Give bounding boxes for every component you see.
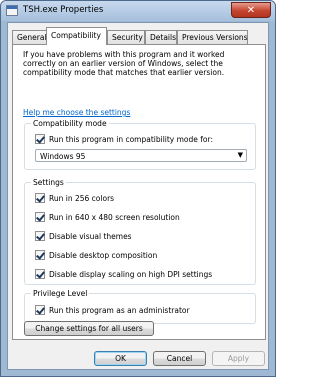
checkbox-disable-themes[interactable] xyxy=(35,231,45,241)
apply-button[interactable]: Apply xyxy=(212,351,265,366)
settings-group: Settings Run in 256 colors Run in 640 x … xyxy=(24,178,256,285)
compatibility-panel: If you have problems with this program a… xyxy=(12,44,266,340)
tab-compatibility[interactable]: Compatibility xyxy=(46,27,107,45)
checkbox-640x480[interactable] xyxy=(35,212,45,222)
compatibility-mode-legend: Compatibility mode xyxy=(31,119,109,128)
properties-window: TSH.exe Properties ✕ General Compatibili… xyxy=(0,0,276,377)
checkbox-256-colors[interactable] xyxy=(35,193,45,203)
tab-details[interactable]: Details xyxy=(145,30,177,44)
cancel-button[interactable]: Cancel xyxy=(153,351,206,366)
change-settings-all-users-button[interactable]: Change settings for all users xyxy=(24,321,154,336)
ok-button[interactable]: OK xyxy=(94,351,147,366)
help-link[interactable]: Help me choose the settings xyxy=(23,108,130,117)
privilege-level-legend: Privilege Level xyxy=(31,289,90,298)
tab-general[interactable]: General xyxy=(12,30,47,44)
app-icon xyxy=(6,5,18,16)
compat-mode-label: Run this program in compatibility mode f… xyxy=(49,135,213,144)
compatibility-mode-group: Compatibility mode Run this program in c… xyxy=(24,119,256,170)
close-button[interactable]: ✕ xyxy=(231,2,271,18)
chevron-down-icon: ▼ xyxy=(237,151,243,159)
intro-text: If you have problems with this program a… xyxy=(23,50,225,77)
setting-label: Run in 640 x 480 screen resolution xyxy=(49,213,180,222)
setting-label: Disable visual themes xyxy=(49,232,132,241)
compat-mode-checkbox[interactable] xyxy=(35,134,45,144)
dialog-client-area: General Compatibility Security Details P… xyxy=(7,22,269,370)
tab-previous-versions[interactable]: Previous Versions xyxy=(177,30,248,44)
checkbox-disable-composition[interactable] xyxy=(35,250,45,260)
setting-label: Run in 256 colors xyxy=(49,194,115,203)
privilege-level-group: Privilege Level Run this program as an a… xyxy=(24,289,256,324)
settings-legend: Settings xyxy=(31,178,66,187)
run-as-admin-checkbox[interactable] xyxy=(35,305,45,315)
setting-label: Disable desktop composition xyxy=(49,251,158,260)
setting-label: Disable display scaling on high DPI sett… xyxy=(49,270,213,279)
os-version-value: Windows 95 xyxy=(40,152,86,161)
tab-strip: General Compatibility Security Details P… xyxy=(12,27,266,45)
checkbox-disable-dpi-scaling[interactable] xyxy=(35,269,45,279)
os-version-select[interactable]: Windows 95 ▼ xyxy=(35,149,247,162)
window-title: TSH.exe Properties xyxy=(23,5,104,15)
tab-security[interactable]: Security xyxy=(107,30,145,44)
run-as-admin-label: Run this program as an administrator xyxy=(49,306,190,315)
title-bar[interactable]: TSH.exe Properties ✕ xyxy=(1,1,275,21)
